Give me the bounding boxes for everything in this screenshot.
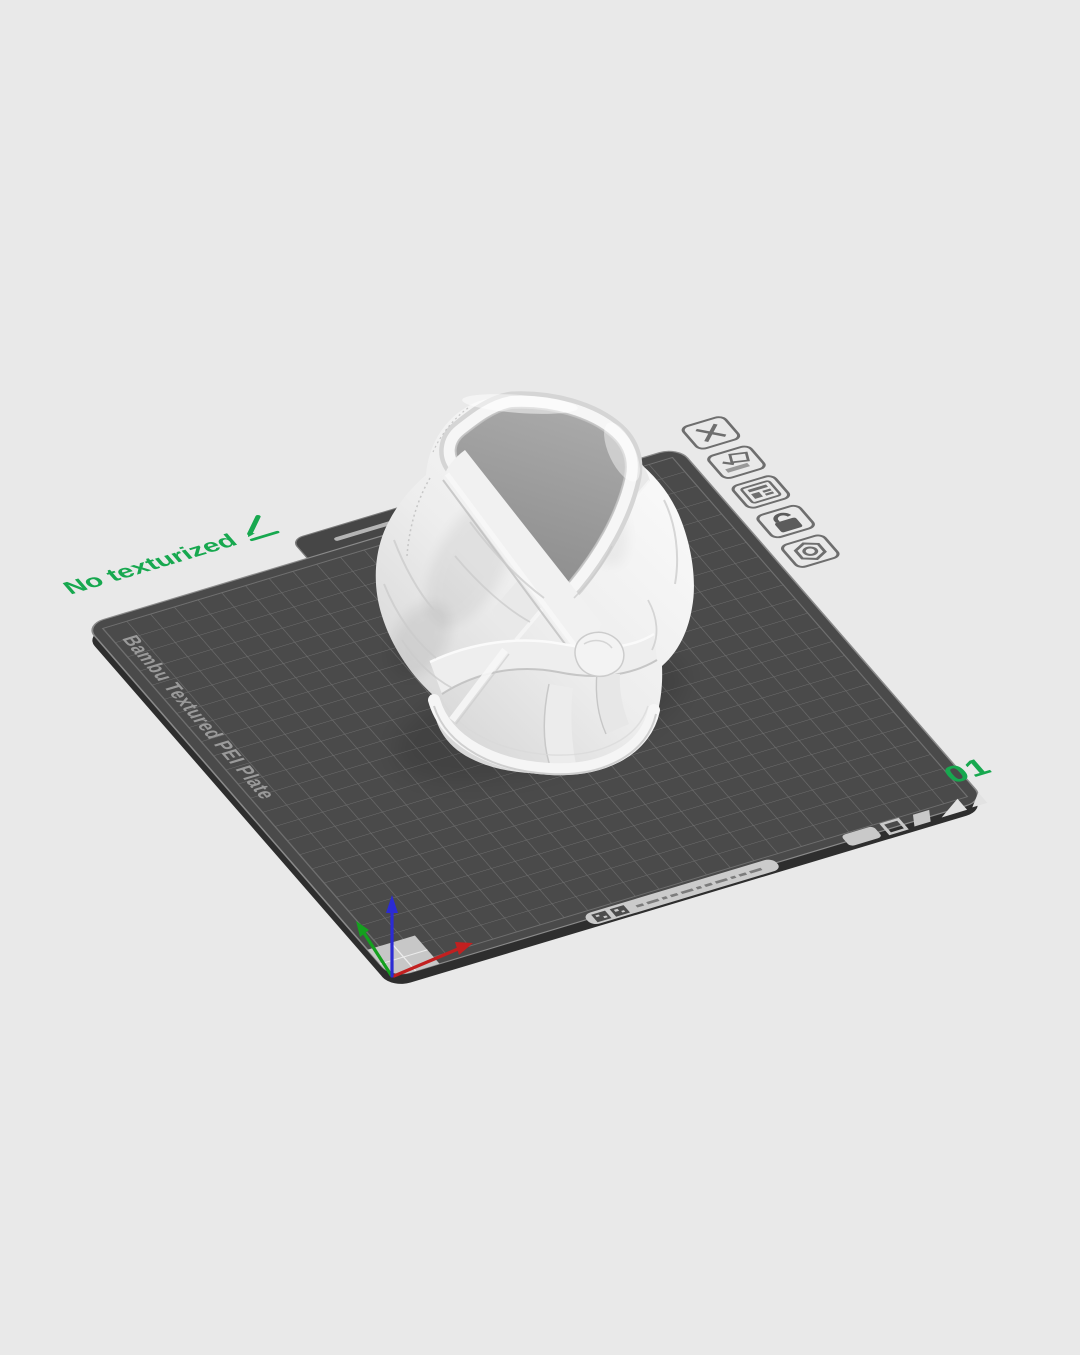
edit-texture-icon[interactable] bbox=[236, 515, 277, 540]
slicer-viewport: Bambu Textured PEI Plate No texturized 0… bbox=[0, 0, 1080, 1350]
plate-settings-icon[interactable] bbox=[780, 534, 841, 569]
close-plate-icon[interactable] bbox=[680, 416, 741, 451]
plate-layout-icon[interactable] bbox=[730, 475, 791, 510]
belt-knot bbox=[575, 632, 624, 676]
edit-plate-icon[interactable] bbox=[706, 445, 767, 480]
lock-plate-icon[interactable] bbox=[755, 504, 816, 539]
